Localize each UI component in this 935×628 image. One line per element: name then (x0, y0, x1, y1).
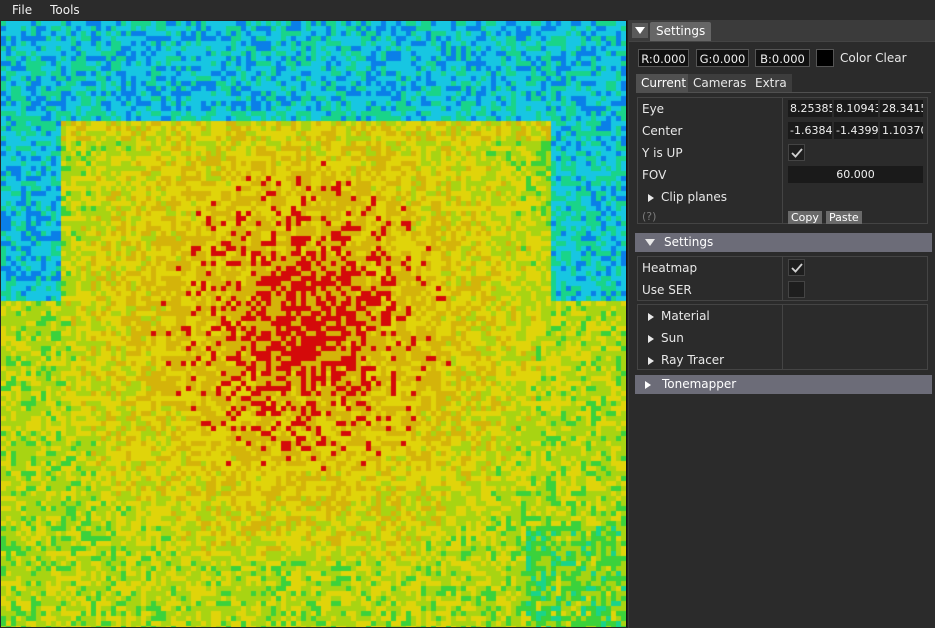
settings-section-header[interactable]: Settings (635, 233, 932, 252)
material-tree-node[interactable]: Material (648, 309, 710, 323)
tab-extra[interactable]: Extra (750, 74, 792, 92)
menu-file[interactable]: File (0, 0, 40, 20)
collapse-window-button[interactable] (632, 23, 648, 38)
y-up-label: Y is UP (642, 146, 683, 160)
subsections-panel: Material Sun Ray Tracer (637, 304, 928, 370)
clear-color-label: Color Clear (840, 51, 907, 65)
expand-arrow-icon (648, 193, 654, 202)
clear-color-r-field[interactable]: R:0.000 (638, 49, 689, 67)
help-marker[interactable]: (?) (642, 210, 656, 223)
sun-tree-node[interactable]: Sun (648, 331, 684, 345)
clip-planes-tree-node[interactable]: Clip planes (648, 190, 727, 204)
ray-tracer-label: Ray Tracer (661, 353, 725, 367)
expand-arrow-icon (645, 380, 651, 389)
use-ser-label: Use SER (642, 283, 692, 297)
sun-label: Sun (661, 331, 684, 345)
heatmap-render (1, 21, 626, 627)
material-label: Material (661, 309, 710, 323)
settings-section-title: Settings (664, 235, 714, 249)
fov-slider[interactable]: 60.000 (788, 166, 923, 183)
column-divider (782, 98, 783, 223)
camera-panel: Eye 8.25385 8.10943 28.3415 Center -1.63… (637, 97, 928, 224)
settings-window-tab[interactable]: Settings (650, 22, 712, 41)
clear-color-g-field[interactable]: G:0.000 (696, 49, 749, 67)
center-label: Center (642, 124, 683, 138)
collapse-icon (635, 27, 645, 34)
column-divider (782, 305, 783, 369)
expand-arrow-icon (648, 312, 654, 321)
tab-underline (636, 92, 931, 93)
ray-tracer-tree-node[interactable]: Ray Tracer (648, 353, 724, 367)
heatmap-label: Heatmap (642, 261, 698, 275)
copy-button[interactable]: Copy (788, 211, 822, 224)
tab-cameras[interactable]: Cameras (688, 74, 752, 92)
checkmark-icon (790, 147, 803, 158)
collapse-arrow-icon (645, 239, 655, 246)
y-up-checkbox[interactable] (788, 144, 805, 161)
checkmark-icon (790, 262, 803, 273)
column-divider (782, 257, 783, 300)
settings-window: Settings R:0.000 G:0.000 B:0.000 Color C… (628, 20, 935, 628)
expand-arrow-icon (648, 334, 654, 343)
menu-tools[interactable]: Tools (40, 0, 88, 20)
center-x-field[interactable]: -1.6384 (788, 122, 832, 139)
paste-button[interactable]: Paste (826, 211, 862, 224)
eye-label: Eye (642, 102, 665, 116)
tonemapper-section-header[interactable]: Tonemapper (635, 375, 932, 394)
clear-color-b-field[interactable]: B:0.000 (755, 49, 810, 67)
tab-current[interactable]: Current (636, 74, 692, 92)
eye-x-field[interactable]: 8.25385 (788, 100, 832, 117)
eye-z-field[interactable]: 28.3415 (880, 100, 923, 117)
clear-color-swatch[interactable] (816, 49, 834, 67)
render-options-panel: Heatmap Use SER (637, 256, 928, 301)
menu-bar: File Tools (0, 0, 935, 20)
eye-y-field[interactable]: 8.10943 (834, 100, 878, 117)
heatmap-checkbox[interactable] (788, 259, 805, 276)
clip-planes-label: Clip planes (661, 190, 728, 204)
fov-label: FOV (642, 168, 667, 182)
center-z-field[interactable]: 1.10370 (880, 122, 923, 139)
settings-titlebar: Settings (629, 20, 935, 42)
render-viewport[interactable] (1, 21, 627, 627)
center-y-field[interactable]: -1.4399 (834, 122, 878, 139)
expand-arrow-icon (648, 356, 654, 365)
tonemapper-section-title: Tonemapper (662, 377, 737, 391)
use-ser-checkbox[interactable] (788, 281, 805, 298)
